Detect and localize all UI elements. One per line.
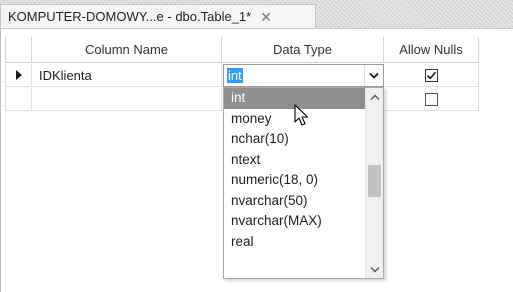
allow-nulls-cell — [384, 64, 479, 87]
scroll-up-button[interactable] — [366, 88, 383, 106]
dropdown-item[interactable]: nvarchar(50) — [224, 191, 366, 212]
tab-title: KOMPUTER-DOMOWY...e - dbo.Table_1* — [8, 9, 252, 24]
mouse-pointer-icon — [294, 104, 309, 126]
dropdown-item[interactable]: ntext — [224, 150, 366, 171]
table-designer: Column Name Data Type Allow Nulls IDKlie… — [0, 28, 513, 292]
row-selector[interactable] — [5, 88, 32, 111]
column-name-cell[interactable]: IDKlienta — [32, 64, 222, 87]
allow-nulls-checkbox[interactable] — [424, 92, 438, 106]
combo-dropdown-button[interactable] — [364, 65, 383, 86]
row-selector-header — [5, 37, 32, 63]
dropdown-item[interactable]: nchar(10) — [224, 129, 366, 150]
column-name-header[interactable]: Column Name — [32, 37, 222, 63]
scrollbar-thumb[interactable] — [368, 164, 381, 197]
chevron-down-icon — [369, 72, 379, 79]
allow-nulls-checkbox[interactable] — [424, 68, 438, 82]
chevron-up-icon — [370, 94, 379, 100]
checkmark-icon — [426, 71, 436, 79]
document-tab-table-1[interactable]: KOMPUTER-DOMOWY...e - dbo.Table_1* ✕ — [0, 4, 316, 28]
current-row-arrow-icon — [15, 70, 22, 80]
data-type-combobox[interactable]: int — [223, 64, 384, 87]
data-type-value[interactable]: int — [227, 68, 243, 83]
allow-nulls-header[interactable]: Allow Nulls — [384, 37, 479, 63]
allow-nulls-cell — [384, 88, 479, 111]
document-tab-strip: KOMPUTER-DOMOWY...e - dbo.Table_1* ✕ — [0, 0, 513, 28]
dropdown-scrollbar[interactable] — [365, 88, 383, 278]
column-name-cell[interactable] — [32, 88, 222, 111]
row-selector[interactable] — [5, 64, 32, 87]
scroll-down-button[interactable] — [366, 260, 383, 278]
chevron-down-icon — [370, 266, 379, 272]
close-tab-icon[interactable]: ✕ — [260, 10, 272, 24]
dropdown-item[interactable]: nvarchar(MAX) — [224, 211, 366, 232]
dropdown-item[interactable]: real — [224, 232, 366, 253]
dropdown-item[interactable]: numeric(18, 0) — [224, 170, 366, 191]
data-type-header[interactable]: Data Type — [222, 37, 384, 63]
